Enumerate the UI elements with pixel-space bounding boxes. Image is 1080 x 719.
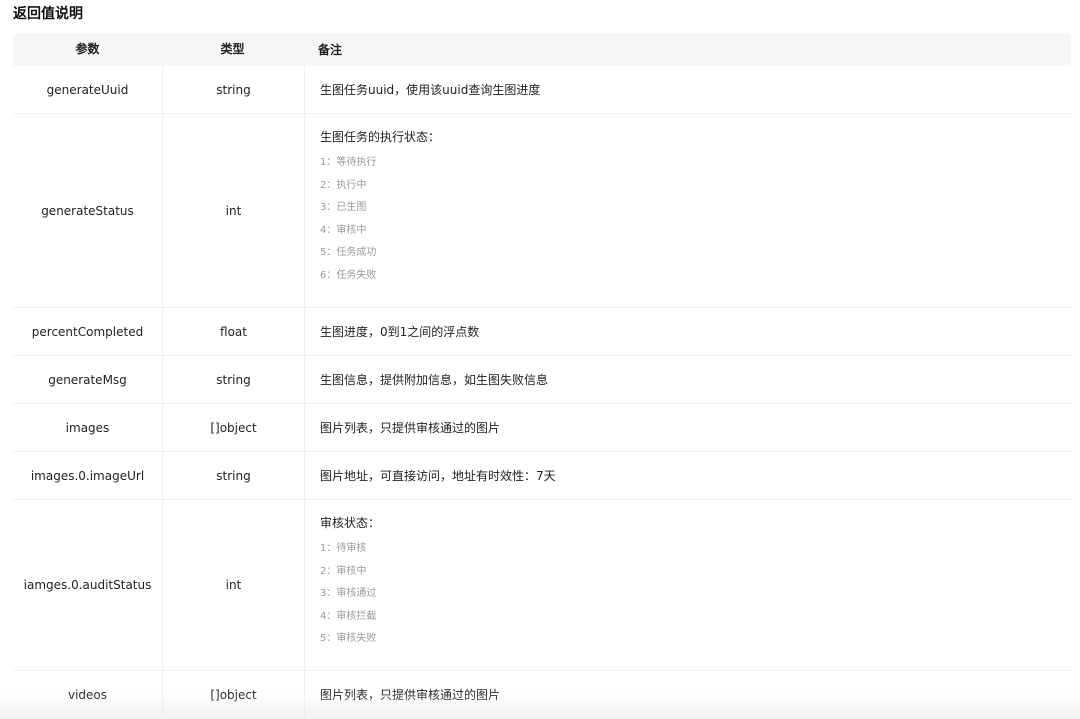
note-cell: 生图任务的执行状态： 1：等待执行 2：执行中 3：已生图 4：审核中 5：任务… <box>305 114 1071 307</box>
note-cell: 审核状态： 1：待审核 2：审核中 3：审核通过 4：审核拦截 5：审核失败 <box>305 500 1071 670</box>
status-item: 4：审核拦截 <box>320 610 377 622</box>
note-cell: 生图进度，0到1之间的浮点数 <box>320 325 480 339</box>
return-values-table: 参数 类型 备注 generateUuid string 生图任务uuid，使用… <box>13 33 1071 718</box>
note-cell: 生图信息，提供附加信息，如生图失败信息 <box>320 373 549 387</box>
status-item: 5：任务成功 <box>320 247 377 258</box>
status-item: 6：任务失败 <box>320 269 377 281</box>
type-cell: string <box>163 356 305 403</box>
section-title: 返回值说明 <box>13 6 83 22</box>
table-header: 参数 类型 备注 <box>13 33 1071 66</box>
table-row: generateStatus int 生图任务的执行状态： 1：等待执行 2：执… <box>13 114 1071 308</box>
type-cell: []object <box>163 671 305 718</box>
status-item: 2：执行中 <box>320 179 367 191</box>
status-item: 3：审核通过 <box>320 588 377 599</box>
note-title: 生图任务的执行状态： <box>320 130 441 144</box>
table-row: generateUuid string 生图任务uuid，使用该uuid查询生图… <box>13 66 1071 114</box>
table-row: generateMsg string 生图信息，提供附加信息，如生图失败信息 <box>13 356 1071 404</box>
type-cell: int <box>163 114 305 307</box>
param-cell: generateStatus <box>13 114 163 307</box>
type-cell: float <box>163 308 305 355</box>
type-cell: string <box>163 452 305 499</box>
param-cell: generateUuid <box>13 66 163 113</box>
status-item: 1：待审核 <box>320 543 367 554</box>
header-type: 类型 <box>220 42 245 56</box>
note-cell: 图片列表，只提供审核通过的图片 <box>320 421 501 435</box>
param-cell: images <box>13 404 163 451</box>
type-cell: string <box>163 66 305 113</box>
table-row: iamges.0.auditStatus int 审核状态： 1：待审核 2：审… <box>13 500 1071 671</box>
status-item: 3：已生图 <box>320 202 367 213</box>
param-cell: images.0.imageUrl <box>13 452 163 499</box>
status-item: 1：等待执行 <box>320 157 377 168</box>
status-item: 4：审核中 <box>320 224 367 236</box>
table-row: images.0.imageUrl string 图片地址，可直接访问，地址有时… <box>13 452 1071 500</box>
type-cell: int <box>163 500 305 670</box>
type-cell: []object <box>163 404 305 451</box>
table-row: videos []object 图片列表，只提供审核通过的图片 <box>13 671 1071 718</box>
note-cell: 生图任务uuid，使用该uuid查询生图进度 <box>320 83 541 97</box>
param-cell: percentCompleted <box>13 308 163 355</box>
param-cell: generateMsg <box>13 356 163 403</box>
note-cell: 图片列表，只提供审核通过的图片 <box>320 688 501 702</box>
status-item: 5：审核失败 <box>320 633 377 644</box>
header-note: 备注 <box>318 43 343 57</box>
status-item: 2：审核中 <box>320 565 367 577</box>
header-param: 参数 <box>75 42 100 56</box>
param-cell: videos <box>13 671 163 718</box>
note-title: 审核状态： <box>320 516 381 530</box>
note-cell: 图片地址，可直接访问，地址有时效性：7天 <box>320 469 556 483</box>
table-row: percentCompleted float 生图进度，0到1之间的浮点数 <box>13 308 1071 356</box>
table-row: images []object 图片列表，只提供审核通过的图片 <box>13 404 1071 452</box>
param-cell: iamges.0.auditStatus <box>13 500 163 670</box>
page: 返回值说明 参数 类型 备注 generateUuid string 生图任务u… <box>0 0 1080 719</box>
